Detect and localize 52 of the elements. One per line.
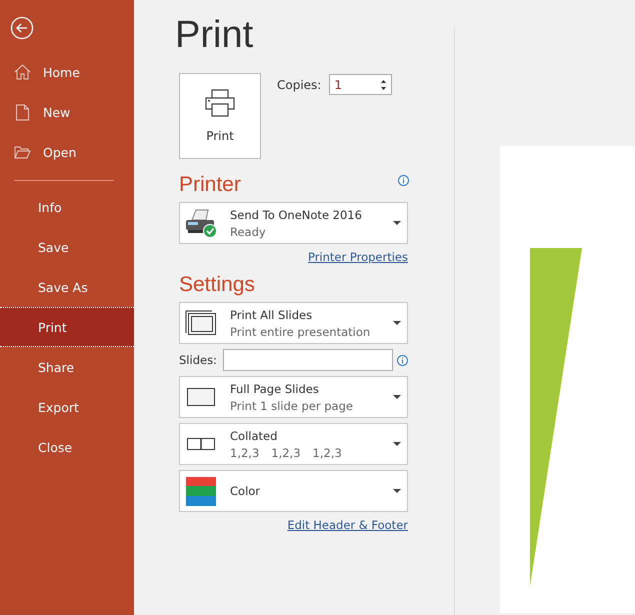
printer-status: Ready — [230, 224, 267, 238]
option-title: Print All Slides — [230, 308, 314, 322]
caret-icon — [393, 489, 401, 493]
printer-properties-link[interactable]: Printer Properties — [308, 250, 408, 264]
option-title: Collated — [230, 428, 278, 442]
page-icon — [184, 387, 218, 407]
option-description: Print entire presentation — [230, 324, 370, 338]
sidebar-item[interactable]: Home — [0, 52, 134, 92]
option-title: Full Page Slides — [230, 382, 320, 396]
sidebar-item[interactable]: Share — [0, 347, 134, 387]
slides-label: Slides: — [179, 353, 218, 367]
edit-header-footer-link[interactable]: Edit Header & Footer — [287, 518, 408, 532]
sidebar-item[interactable]: Open — [0, 132, 134, 172]
settings-dropdown[interactable]: Color — [179, 470, 408, 512]
caret-icon — [393, 442, 401, 446]
copies-label: Copies: — [277, 78, 322, 92]
stacked-pages-icon — [184, 310, 218, 336]
slides-field[interactable] — [223, 349, 393, 371]
settings-dropdown[interactable]: Full Page Slides Print 1 slide per page — [179, 376, 408, 418]
settings-heading: Settings — [179, 273, 256, 297]
printer-heading: Printer — [179, 173, 241, 197]
collate-icon — [184, 437, 218, 451]
info-icon[interactable] — [398, 175, 409, 186]
sidebar-item[interactable]: Save As — [0, 267, 134, 307]
option-description: 1,2,3 — [312, 446, 342, 460]
option-description: 1,2,3 — [230, 446, 260, 460]
sidebar-item[interactable]: Save — [0, 227, 134, 267]
copies-spinner[interactable]: 1 — [329, 74, 392, 95]
sidebar-item[interactable]: Export — [0, 387, 134, 427]
sidebar-item[interactable]: Close — [0, 427, 134, 467]
printer-icon — [205, 89, 235, 117]
printer-ready-icon — [184, 208, 218, 238]
printer-name: Send To OneNote 2016 — [230, 208, 363, 222]
caret-icon — [393, 395, 401, 399]
home-icon — [14, 64, 31, 80]
settings-dropdown[interactable]: Collated 1,2,3 1,2,3 1,2,3 — [179, 423, 408, 465]
info-icon[interactable] — [397, 354, 408, 366]
option-description: 1,2,3 — [271, 446, 301, 460]
folder-icon — [14, 146, 31, 158]
caret-icon — [393, 221, 401, 225]
settings-dropdown[interactable]: Print All Slides Print entire presentation — [179, 302, 408, 344]
option-description: Print 1 slide per page — [230, 398, 353, 412]
sidebar-item[interactable]: New — [0, 92, 134, 132]
color-bars-icon — [184, 476, 218, 506]
sidebar-item[interactable]: Print — [0, 307, 134, 347]
option-title: Color — [230, 484, 262, 498]
print-button[interactable]: Print — [179, 73, 261, 159]
printer-dropdown[interactable]: Send To OneNote 2016 Ready — [179, 202, 408, 244]
caret-icon — [393, 321, 401, 325]
page-title: Print — [175, 14, 254, 57]
document-icon — [14, 104, 31, 120]
sidebar-item[interactable]: Info — [0, 187, 134, 227]
